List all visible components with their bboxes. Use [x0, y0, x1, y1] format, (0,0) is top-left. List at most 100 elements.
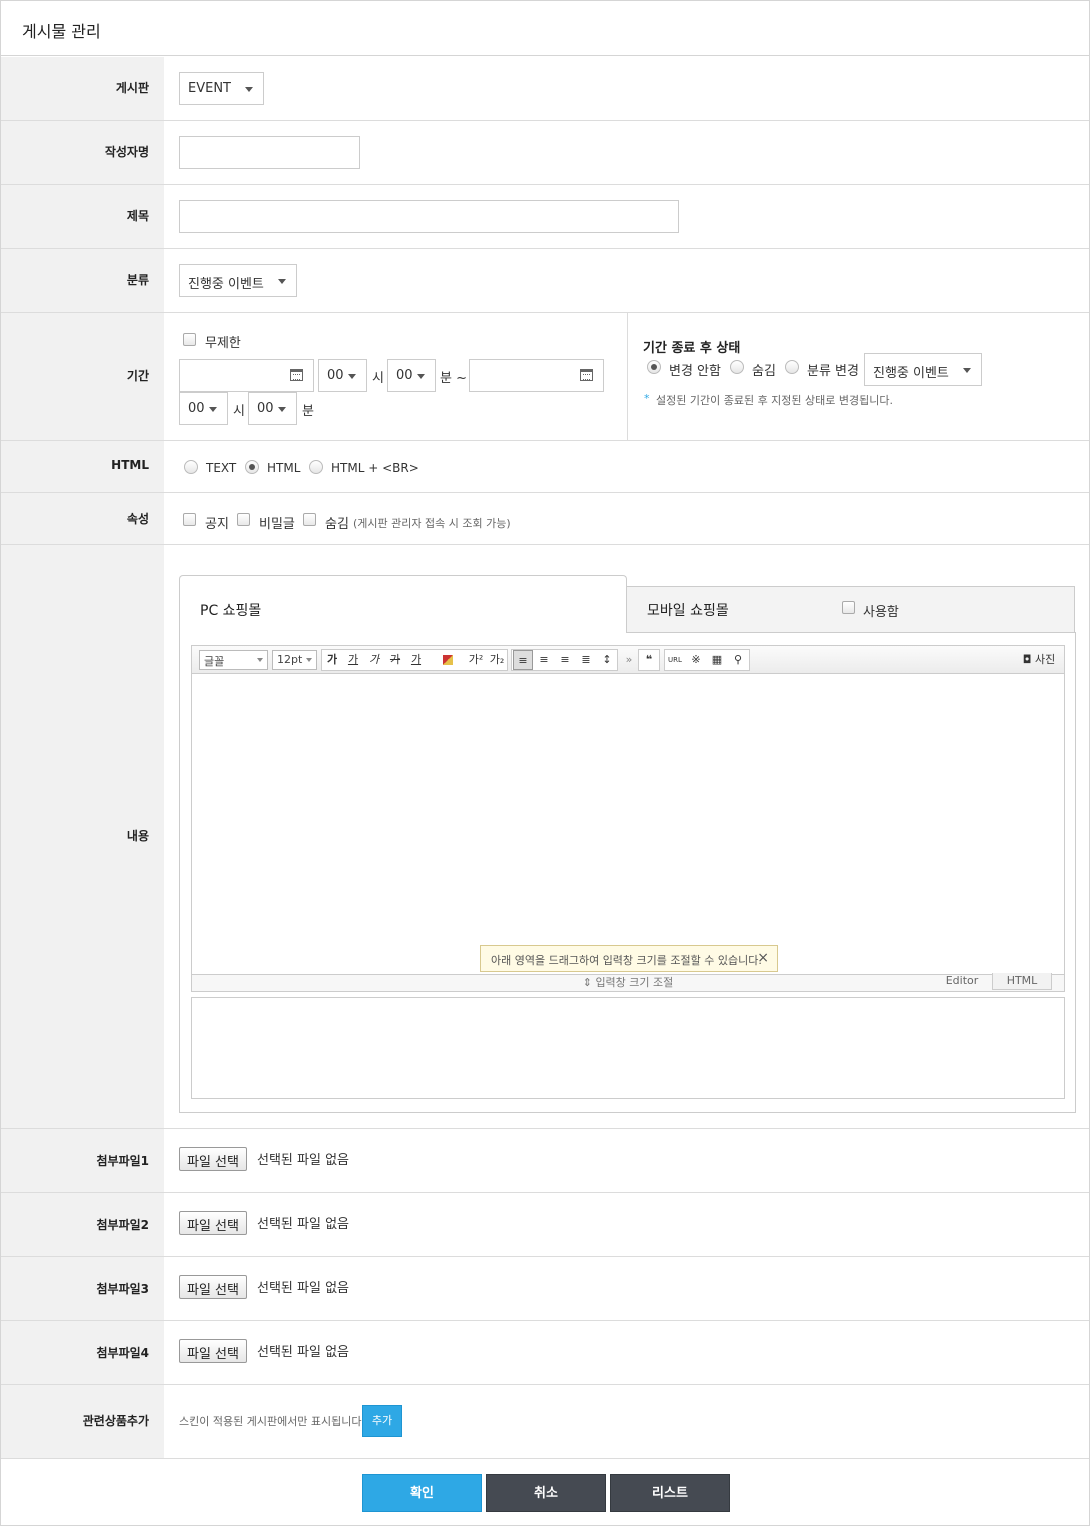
mobile-use-checkbox[interactable]	[842, 601, 855, 614]
secret-checkbox[interactable]	[237, 513, 250, 526]
tab-editor-mode[interactable]: Editor	[932, 973, 992, 990]
board-post-form: 게시물 관리 게시판 EVENT 작성자명 제목 분류 진행중 이벤트 기간 무…	[0, 0, 1090, 1526]
start-hour-select[interactable]: 00	[318, 359, 367, 392]
align-left-icon[interactable]: ≡	[513, 650, 533, 670]
chevron-down-icon	[348, 374, 356, 379]
attributes-label: 속성	[126, 512, 149, 526]
attachment-row: 첨부파일4 파일 선택 선택된 파일 없음	[1, 1321, 1089, 1385]
resize-arrows-icon: ⇕	[582, 976, 592, 989]
board-select[interactable]: EVENT	[179, 72, 264, 105]
file-select-button[interactable]: 파일 선택	[179, 1211, 247, 1235]
after-hide-radio[interactable]	[730, 360, 744, 374]
link-icon[interactable]: URL	[665, 650, 685, 670]
file-status: 선택된 파일 없음	[257, 1153, 349, 1168]
author-input[interactable]	[179, 136, 360, 169]
hidden-checkbox[interactable]	[303, 513, 316, 526]
hidden-label: 숨김	[325, 517, 349, 532]
attachment-label: 첨부파일2	[96, 1218, 149, 1232]
file-status: 선택된 파일 없음	[257, 1345, 349, 1360]
calendar-icon[interactable]	[580, 369, 593, 381]
subject-input[interactable]	[179, 200, 679, 233]
board-label: 게시판	[1, 57, 164, 120]
category-select[interactable]: 진행중 이벤트	[179, 264, 297, 297]
tab-html-mode[interactable]: HTML	[992, 973, 1052, 990]
chevron-down-icon	[245, 87, 253, 92]
html-row: HTML TEXT HTML HTML + <BR>	[1, 441, 1089, 493]
attachment-label: 첨부파일1	[96, 1154, 149, 1168]
file-select-button[interactable]: 파일 선택	[179, 1147, 247, 1171]
secret-label: 비밀글	[259, 517, 295, 532]
end-hour-select[interactable]: 00	[179, 392, 228, 425]
html-source-area[interactable]	[191, 997, 1065, 1099]
font-color-icon[interactable]: 가	[406, 650, 426, 670]
bold-icon[interactable]: 가	[322, 650, 342, 670]
after-option-label: 숨김	[752, 364, 776, 379]
superscript-icon[interactable]: 가²	[466, 650, 486, 670]
search-icon[interactable]: ⚲	[728, 650, 748, 670]
file-select-button[interactable]: 파일 선택	[179, 1275, 247, 1299]
attachment-row: 첨부파일2 파일 선택 선택된 파일 없음	[1, 1193, 1089, 1257]
html-option-label: TEXT	[206, 461, 237, 475]
add-related-button[interactable]: 추가	[362, 1405, 402, 1437]
start-date-input[interactable]	[179, 359, 314, 392]
more-icon[interactable]: »	[619, 650, 639, 670]
attributes-row: 속성 공지 비밀글 숨김 (게시판 관리자 접속 시 조회 가능)	[1, 493, 1089, 545]
minute-unit: 분	[302, 404, 314, 419]
hour-unit: 시	[233, 404, 245, 419]
underline-icon[interactable]: 가	[343, 650, 363, 670]
editor-toolbar: 글꼴 12pt 가 가 가 가 가 가² 가₂ ≡ ≡ ≡ ≣ ↕ » ❝ UR…	[191, 645, 1065, 674]
file-select-button[interactable]: 파일 선택	[179, 1339, 247, 1363]
notice-label: 공지	[205, 517, 229, 532]
attachment-label: 첨부파일4	[96, 1346, 149, 1360]
author-row: 작성자명	[1, 121, 1089, 185]
html-html-radio[interactable]	[245, 460, 259, 474]
editor-panel: 글꼴 12pt 가 가 가 가 가 가² 가₂ ≡ ≡ ≡ ≣ ↕ » ❝ UR…	[179, 632, 1076, 1113]
period-note: 설정된 기간이 종료된 후 지정된 상태로 변경됩니다.	[656, 394, 893, 407]
tab-mobile-shop[interactable]: 모바일 쇼핑몰 사용함	[626, 586, 1075, 633]
quote-icon[interactable]: ❝	[639, 650, 659, 670]
category-row: 분류 진행중 이벤트	[1, 249, 1089, 313]
font-size-select[interactable]: 12pt	[272, 650, 317, 670]
subject-label: 제목	[126, 209, 149, 223]
note-bullet: *	[644, 392, 650, 405]
attachment-row: 첨부파일1 파일 선택 선택된 파일 없음	[1, 1129, 1089, 1193]
line-height-icon[interactable]: ↕	[597, 650, 617, 670]
font-family-select[interactable]: 글꼴	[199, 650, 268, 670]
divider	[627, 313, 628, 440]
tab-mobile-label: 모바일 쇼핑몰	[647, 603, 729, 619]
align-right-icon[interactable]: ≡	[555, 650, 575, 670]
align-center-icon[interactable]: ≡	[534, 650, 554, 670]
end-date-input[interactable]	[469, 359, 604, 392]
strikethrough-icon[interactable]: 가	[385, 650, 405, 670]
photo-button[interactable]: ◘ 사진	[1018, 650, 1060, 670]
related-products-label: 관련상품추가	[82, 1414, 149, 1428]
table-icon[interactable]: ▦	[707, 650, 727, 670]
board-row: 게시판 EVENT	[1, 57, 1089, 121]
notice-checkbox[interactable]	[183, 513, 196, 526]
chevron-down-icon	[963, 368, 971, 373]
unlimited-checkbox[interactable]	[183, 333, 196, 346]
html-br-radio[interactable]	[309, 460, 323, 474]
cancel-button[interactable]: 취소	[486, 1474, 606, 1512]
italic-icon[interactable]: 가	[364, 650, 384, 670]
close-icon[interactable]: ×	[757, 950, 769, 966]
calendar-icon[interactable]	[290, 369, 303, 381]
file-status: 선택된 파일 없음	[257, 1281, 349, 1296]
mobile-use-label: 사용함	[863, 605, 899, 620]
confirm-button[interactable]: 확인	[362, 1474, 482, 1512]
tab-pc-shop[interactable]: PC 쇼핑몰	[179, 575, 627, 633]
after-change-category-radio[interactable]	[785, 360, 799, 374]
end-minute-select[interactable]: 00	[248, 392, 297, 425]
category-label: 분류	[126, 273, 149, 287]
after-no-change-radio[interactable]	[647, 360, 661, 374]
html-text-radio[interactable]	[184, 460, 198, 474]
start-minute-select[interactable]: 00	[387, 359, 436, 392]
html-option-label: HTML + <BR>	[331, 461, 419, 475]
subscript-icon[interactable]: 가₂	[487, 650, 507, 670]
html-label: HTML	[111, 458, 149, 472]
highlight-icon[interactable]	[438, 650, 458, 670]
after-category-select[interactable]: 진행중 이벤트	[864, 353, 982, 386]
special-char-icon[interactable]: ※	[686, 650, 706, 670]
align-justify-icon[interactable]: ≣	[576, 650, 596, 670]
list-button[interactable]: 리스트	[610, 1474, 730, 1512]
